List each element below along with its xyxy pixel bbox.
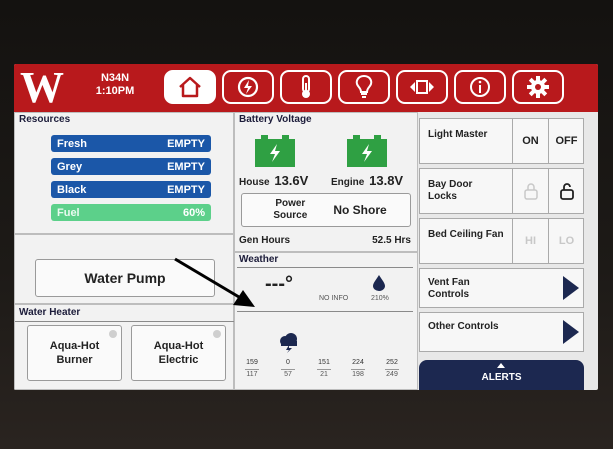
annotation-arrow <box>174 257 255 307</box>
